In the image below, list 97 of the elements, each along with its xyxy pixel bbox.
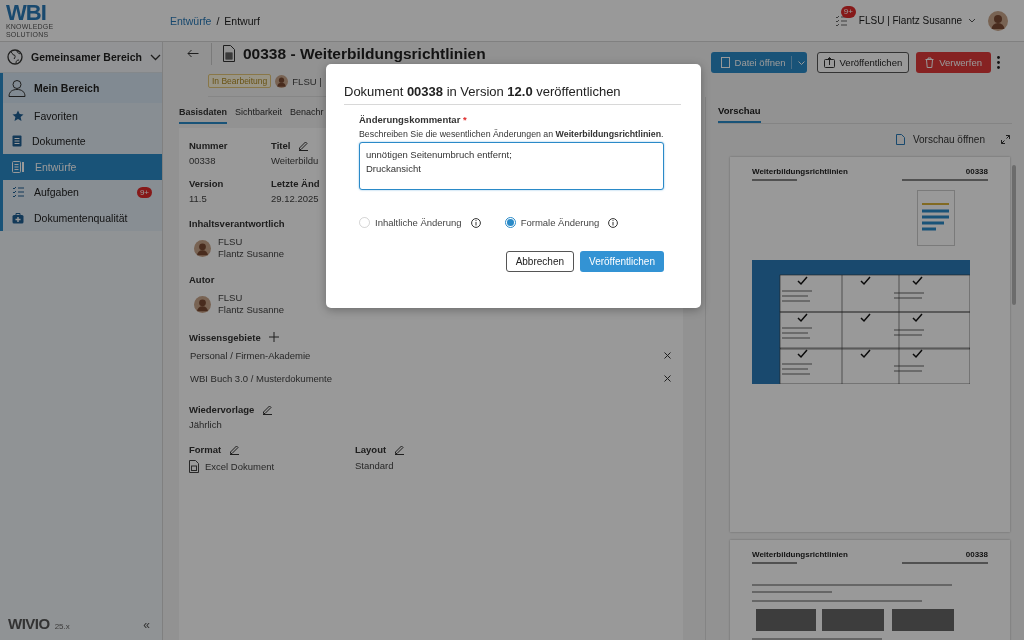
page-title: Weiterbildungsrichtlinien — [752, 550, 848, 559]
upload-icon — [823, 57, 835, 68]
person-icon — [8, 79, 26, 97]
collapse-button[interactable]: « — [143, 618, 150, 632]
required-mark: * — [463, 114, 467, 125]
chevron-down-icon — [797, 60, 805, 65]
star-icon — [12, 109, 24, 122]
chevron-down-icon — [968, 18, 976, 23]
hint-text: Beschreiben Sie die wesentlichen Änderungen an Weiterbildungsrichtlinien. — [359, 129, 664, 139]
breadcrumb-current: Entwurf — [224, 14, 260, 27]
person-name: Flantz Susanne — [218, 248, 284, 260]
person-name: Flantz Susanne — [218, 304, 284, 316]
sidebar-item[interactable]: Entwürfe — [3, 154, 162, 180]
avatar-icon — [275, 74, 289, 88]
medical-case-icon — [12, 211, 24, 224]
section-header[interactable]: Mein Bereich — [3, 73, 162, 103]
field-label: Letzte Änd — [271, 177, 320, 189]
dialog-title: Dokument 00338 in Version 12.0 veröffentlichen — [344, 84, 681, 105]
field-label: Inhaltsverantwortlich — [189, 217, 285, 229]
cancel-button[interactable]: Abbrechen — [505, 251, 574, 272]
plus-icon[interactable] — [268, 332, 279, 342]
document-icon — [12, 135, 22, 148]
field-label: Änderungskommentar — [359, 114, 461, 125]
user-menu[interactable]: FLSU | Flantz Susanne — [858, 15, 976, 26]
field-label: Wissensgebiete — [189, 331, 261, 343]
file-icon — [720, 57, 730, 68]
breadcrumb-link[interactable]: Entwürfe — [170, 14, 212, 27]
field-value: Jährlich — [189, 419, 222, 430]
person-code: FLSU — [218, 292, 244, 304]
publish-button[interactable]: Veröffentlichen — [580, 251, 664, 272]
avatar-icon — [194, 295, 211, 313]
globe-icon — [7, 49, 23, 65]
breadcrumb-separator: / — [216, 14, 220, 27]
field-label: Wiedervorlage — [189, 403, 255, 415]
document-title: 00338 - Weiterbildungsrichtlinien — [243, 45, 486, 62]
tab[interactable]: Vorschau — [718, 103, 761, 123]
file-icon — [895, 134, 905, 145]
knowledge-area: WBI Buch 3.0 / Musterdokumente — [190, 373, 333, 384]
page-title: Weiterbildungsrichtlinien — [752, 167, 848, 176]
field-value: Standard — [355, 460, 394, 471]
avatar-icon — [194, 239, 211, 257]
sidebar-item[interactable]: Favoriten — [3, 103, 162, 129]
field-value: Weiterbildu — [271, 155, 319, 166]
field-label: Autor — [189, 273, 215, 285]
checklist-icon — [12, 186, 24, 199]
field-label: Version — [189, 177, 224, 189]
logo-text: WIVIO — [8, 615, 50, 632]
tasks-icon[interactable] — [834, 14, 847, 27]
field-value: Excel Dokument — [205, 461, 275, 472]
expand-icon[interactable] — [1001, 135, 1010, 144]
more-icon[interactable] — [997, 56, 1000, 69]
field-label: Layout — [355, 443, 387, 455]
sidebar-item[interactable]: Aufgaben 9+ — [3, 179, 162, 205]
logo-text: WBI — [6, 2, 46, 23]
field-value: 11.5 — [189, 193, 207, 204]
field-label: Titel — [271, 139, 291, 151]
radio-label: Formale Änderung — [520, 217, 600, 228]
info-icon[interactable] — [470, 217, 481, 228]
spreadsheet-file-icon — [223, 45, 235, 62]
owner-label: FLSU | — [292, 75, 322, 87]
knowledge-area: Personal / Firmen-Akademie — [190, 350, 311, 361]
chevron-down-icon — [149, 53, 161, 61]
tab[interactable]: Sichtbarkeit — [235, 105, 283, 124]
person-code: FLSU — [218, 236, 244, 248]
pencil-icon[interactable] — [229, 443, 241, 455]
spreadsheet-file-icon — [189, 460, 199, 473]
notification-badge: 9+ — [840, 5, 856, 18]
publish-button[interactable]: Veröffentlichen — [816, 52, 910, 73]
count-badge: 9+ — [136, 186, 152, 198]
trash-icon — [925, 57, 935, 68]
avatar-icon — [988, 10, 1008, 31]
field-label: Nummer — [189, 139, 228, 151]
status-badge: In Bearbeitung — [208, 74, 272, 88]
tab[interactable]: Basisdaten — [179, 105, 228, 124]
discard-button[interactable]: Verwerfen — [916, 52, 991, 73]
field-label: Format — [189, 443, 222, 455]
version-label: 25.x — [54, 622, 70, 631]
pencil-icon[interactable] — [394, 443, 406, 455]
page-number: 00338 — [965, 550, 988, 559]
tab[interactable]: Benachr — [290, 105, 324, 124]
sidebar-item[interactable]: Dokumentenqualität — [3, 205, 162, 231]
back-arrow-icon[interactable] — [187, 49, 199, 58]
open-preview-button[interactable]: Vorschau öffnen — [895, 134, 985, 145]
info-icon[interactable] — [608, 217, 619, 228]
open-file-button[interactable]: Datei öffnen — [710, 52, 807, 73]
document-icon — [12, 160, 25, 173]
field-value: 29.12.2025 — [271, 193, 319, 204]
book-cover-drawing — [917, 190, 955, 246]
field-value: 00338 — [189, 155, 216, 166]
page-number: 00338 — [965, 167, 988, 176]
pencil-icon[interactable] — [298, 139, 310, 151]
comment-field[interactable]: unnötigen Seitenumbruch entfernt; Druckansicht — [359, 142, 664, 190]
sidebar-item[interactable]: Dokumente — [3, 128, 162, 154]
pencil-icon[interactable] — [262, 403, 274, 415]
close-icon[interactable] — [664, 352, 671, 359]
radio-label: Inhaltliche Änderung — [375, 217, 462, 228]
close-icon[interactable] — [664, 375, 671, 382]
